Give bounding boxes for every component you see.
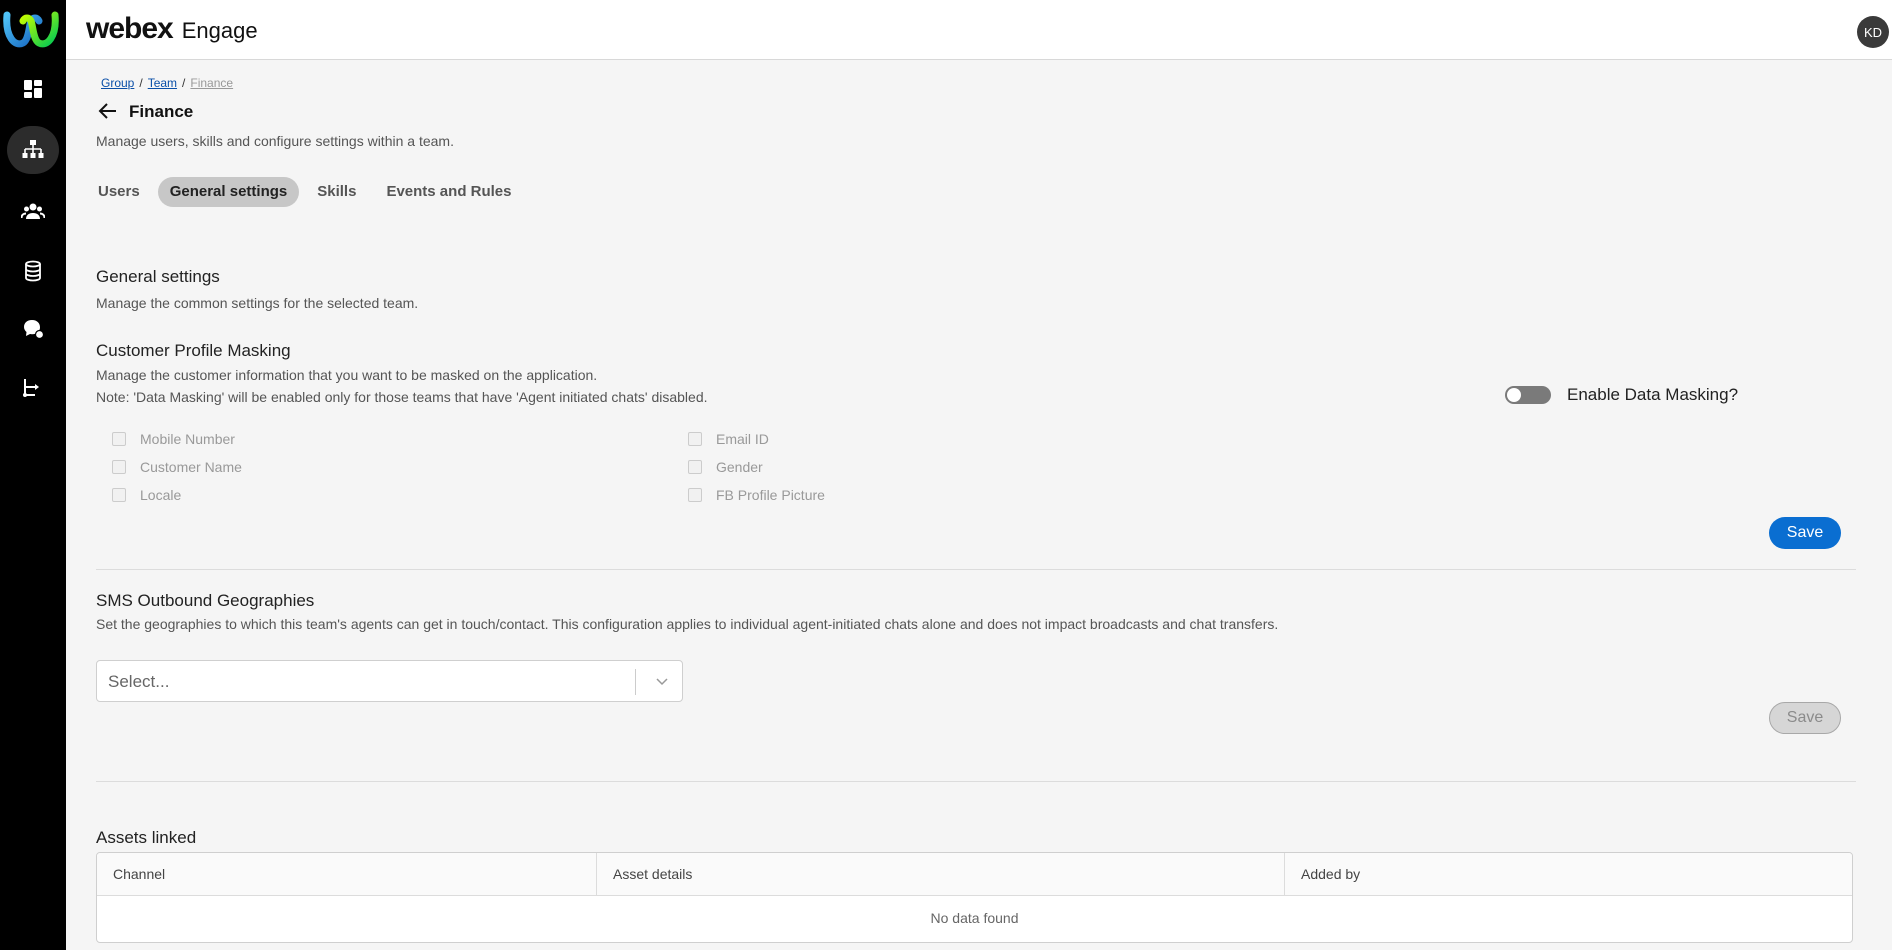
nav-dashboard[interactable] [7, 65, 59, 113]
checkbox[interactable] [688, 432, 702, 446]
checkbox-label: Mobile Number [140, 431, 235, 447]
tab-general-settings[interactable]: General settings [157, 177, 300, 207]
breadcrumb-separator: / [139, 76, 143, 90]
integrations-icon [23, 379, 39, 397]
main-content: Group / Team / Finance Finance Manage users,… [66, 61, 1892, 950]
nav-users[interactable] [7, 187, 59, 235]
database-icon [25, 260, 41, 282]
general-settings-title: General settings [96, 267, 220, 286]
checkbox[interactable] [688, 488, 702, 502]
brand-product: Engage [181, 18, 258, 43]
tab-skills[interactable]: Skills [305, 177, 368, 207]
checkbox[interactable] [112, 460, 126, 474]
nav-data[interactable] [7, 247, 59, 295]
users-group-icon [21, 203, 45, 219]
checkbox-locale[interactable]: Locale [112, 487, 181, 503]
masking-title: Customer Profile Masking [96, 341, 291, 360]
breadcrumb-current-link[interactable]: Finance [190, 76, 233, 90]
data-masking-toggle-label: Enable Data Masking? [1567, 385, 1739, 404]
checkbox-gender[interactable]: Gender [688, 459, 763, 475]
sms-save-button[interactable]: Save [1769, 702, 1841, 734]
general-settings-description: Manage the common settings for the selec… [96, 295, 419, 311]
org-hierarchy-icon [22, 140, 44, 158]
breadcrumb-separator: / [182, 76, 186, 90]
top-header: webex Engage KD [66, 0, 1892, 60]
chevron-down-icon[interactable] [654, 673, 670, 689]
breadcrumb-team-link[interactable]: Team [148, 76, 177, 90]
tab-bar: Users General settings Skills Events and… [96, 177, 524, 207]
section-divider [96, 781, 1856, 782]
section-divider [96, 569, 1856, 570]
geographies-select[interactable]: Select... [96, 660, 683, 702]
checkbox-label: FB Profile Picture [716, 487, 825, 503]
checkbox[interactable] [112, 488, 126, 502]
tab-users[interactable]: Users [96, 177, 152, 207]
data-masking-toggle[interactable] [1505, 386, 1551, 404]
sms-geographies-description: Set the geographies to which this team's… [96, 616, 1279, 632]
brand-name: webex [86, 12, 174, 45]
data-masking-toggle-row: Enable Data Masking? [1505, 385, 1738, 405]
select-separator [635, 669, 636, 695]
select-placeholder: Select... [108, 672, 170, 691]
column-header-channel[interactable]: Channel [97, 853, 597, 895]
checkbox[interactable] [688, 460, 702, 474]
assets-table: Channel Asset details Added by No data f… [96, 852, 1853, 943]
sms-geographies-title: SMS Outbound Geographies [96, 591, 315, 610]
breadcrumb: Group / Team / Finance [101, 76, 233, 90]
masking-save-button[interactable]: Save [1769, 517, 1841, 549]
tab-events-and-rules[interactable]: Events and Rules [374, 177, 523, 207]
dashboard-icon [24, 80, 42, 98]
checkbox-label: Email ID [716, 431, 769, 447]
checkbox-email-id[interactable]: Email ID [688, 431, 769, 447]
breadcrumb-group-link[interactable]: Group [101, 76, 134, 90]
checkbox-mobile-number[interactable]: Mobile Number [112, 431, 235, 447]
brand[interactable]: webex Engage [86, 12, 258, 46]
table-header-row: Channel Asset details Added by [97, 853, 1852, 896]
user-avatar[interactable]: KD [1857, 16, 1889, 48]
page-title: Finance [129, 102, 194, 121]
checkbox-label: Customer Name [140, 459, 242, 475]
nav-organization[interactable] [7, 126, 59, 174]
checkbox[interactable] [112, 432, 126, 446]
back-arrow-icon[interactable] [96, 99, 120, 123]
masking-note: Note: 'Data Masking' will be enabled onl… [96, 389, 708, 405]
table-empty-message: No data found [930, 910, 1019, 926]
checkbox-customer-name[interactable]: Customer Name [112, 459, 242, 475]
chat-bubbles-icon [24, 320, 45, 340]
webex-logo-icon[interactable] [3, 7, 59, 51]
assets-linked-title: Assets linked [96, 828, 197, 847]
masking-description: Manage the customer information that you… [96, 367, 598, 383]
column-header-added-by[interactable]: Added by [1285, 853, 1852, 895]
page-description: Manage users, skills and configure setti… [96, 133, 454, 149]
column-header-asset-details[interactable]: Asset details [597, 853, 1285, 895]
checkbox-label: Locale [140, 487, 182, 503]
nav-integrations[interactable] [7, 363, 59, 411]
left-nav-rail [0, 0, 66, 950]
checkbox-label: Gender [716, 459, 763, 475]
checkbox-fb-profile-picture[interactable]: FB Profile Picture [688, 487, 825, 503]
nav-conversations[interactable] [7, 305, 59, 353]
